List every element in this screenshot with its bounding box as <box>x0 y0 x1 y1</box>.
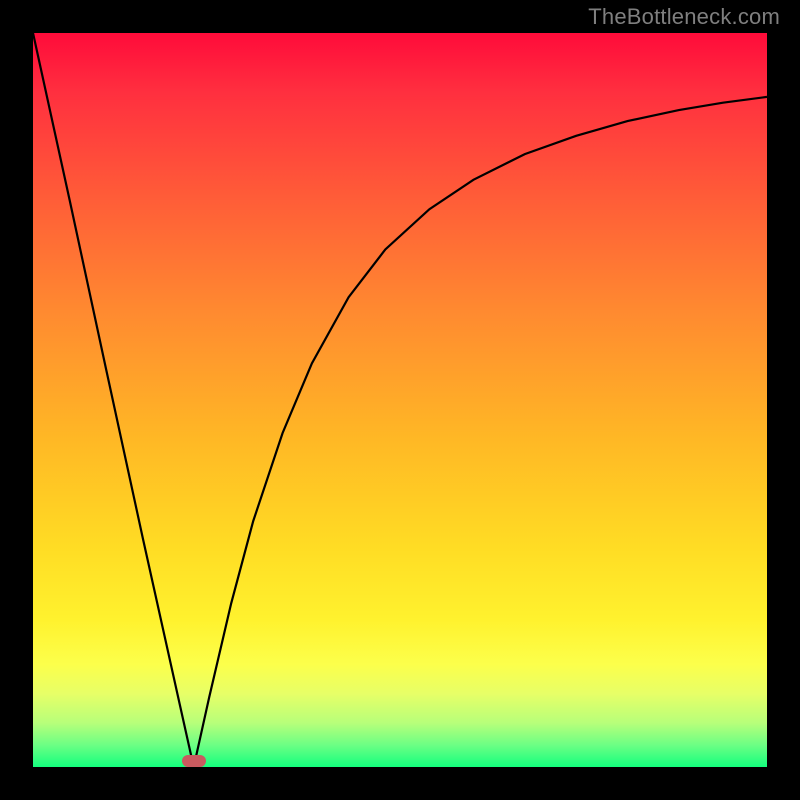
bottleneck-curve-path <box>33 33 767 767</box>
curve-svg <box>33 33 767 767</box>
plot-area <box>33 33 767 767</box>
chart-frame: TheBottleneck.com <box>0 0 800 800</box>
watermark-text: TheBottleneck.com <box>588 4 780 30</box>
minimum-marker <box>182 755 206 767</box>
